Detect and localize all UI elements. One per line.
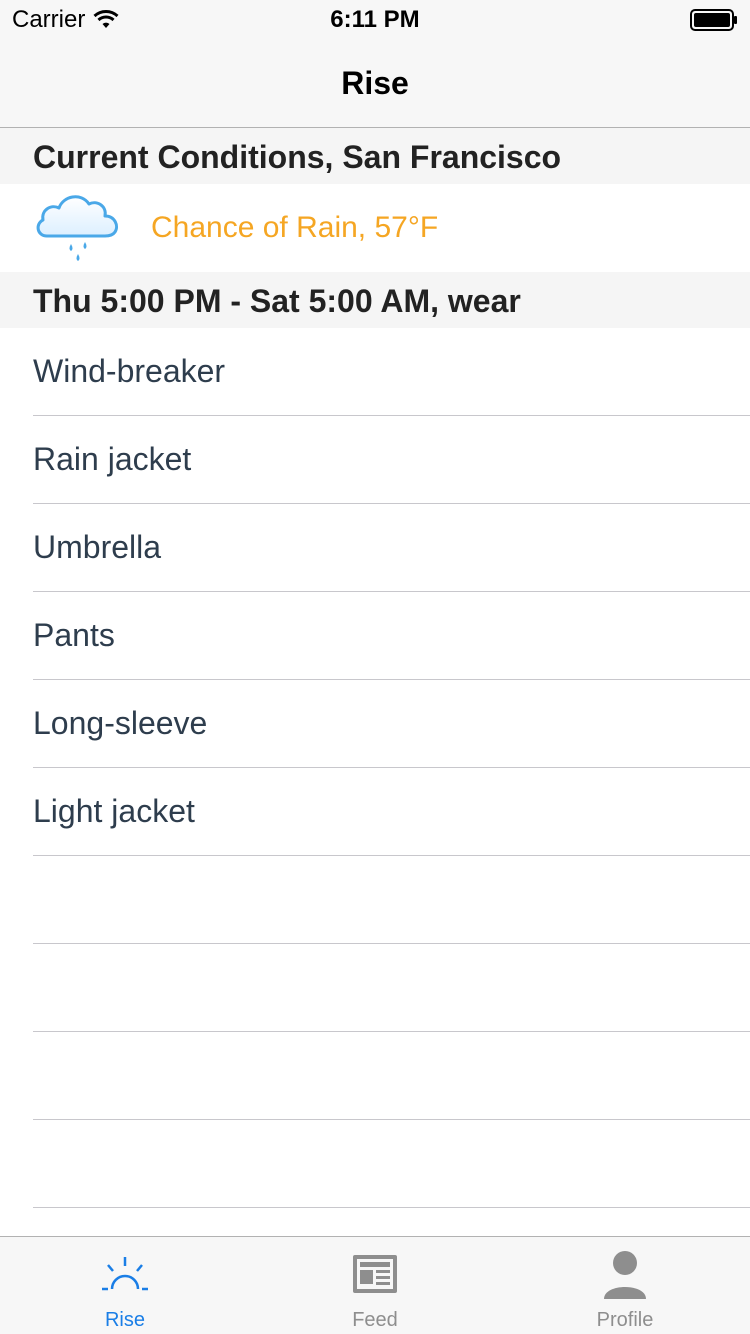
list-item[interactable]: Umbrella	[0, 504, 750, 592]
tab-label: Feed	[352, 1309, 398, 1331]
weather-summary: Chance of Rain, 57°F	[151, 211, 439, 244]
list-item-label: Rain jacket	[33, 441, 192, 477]
list-item-empty	[0, 1120, 750, 1208]
list-item[interactable]: Pants	[0, 592, 750, 680]
weather-row[interactable]: Chance of Rain, 57°F	[0, 184, 750, 272]
sunrise-icon	[102, 1257, 148, 1291]
clothing-list[interactable]: Wind-breaker Rain jacket Umbrella Pants …	[0, 328, 750, 1208]
status-time: 6:11 PM	[330, 6, 420, 33]
list-item-label: Umbrella	[33, 529, 162, 565]
person-icon	[604, 1251, 646, 1299]
tab-label: Profile	[596, 1309, 654, 1331]
page-title: Rise	[341, 65, 409, 101]
list-item[interactable]: Wind-breaker	[0, 328, 750, 416]
tab-profile[interactable]: Profile	[500, 1237, 750, 1334]
status-bar: Carrier 6:11 PM	[0, 0, 750, 40]
section-header-wear: Thu 5:00 PM - Sat 5:00 AM, wear	[0, 272, 750, 328]
list-item-label: Wind-breaker	[33, 353, 226, 389]
list-item-empty	[0, 944, 750, 1032]
battery-icon	[690, 9, 737, 31]
list-item-label: Light jacket	[33, 793, 195, 829]
list-item[interactable]: Long-sleeve	[0, 680, 750, 768]
tab-bar: Rise Feed Profile	[0, 1236, 750, 1334]
list-item[interactable]: Light jacket	[0, 768, 750, 856]
newspaper-icon	[353, 1255, 397, 1293]
tab-label: Rise	[104, 1309, 145, 1331]
list-item-empty	[0, 1032, 750, 1120]
list-item-label: Long-sleeve	[33, 705, 208, 741]
section-header-label: Current Conditions, San Francisco	[33, 139, 562, 175]
section-header-label: Thu 5:00 PM - Sat 5:00 AM, wear	[33, 283, 521, 319]
list-item-label: Pants	[33, 617, 115, 653]
navigation-bar: Rise	[0, 40, 750, 128]
list-item[interactable]: Rain jacket	[0, 416, 750, 504]
tab-rise[interactable]: Rise	[0, 1237, 250, 1334]
tab-feed[interactable]: Feed	[250, 1237, 500, 1334]
section-header-conditions: Current Conditions, San Francisco	[0, 128, 750, 184]
rain-cloud-icon	[36, 195, 119, 261]
list-item-empty	[0, 856, 750, 944]
